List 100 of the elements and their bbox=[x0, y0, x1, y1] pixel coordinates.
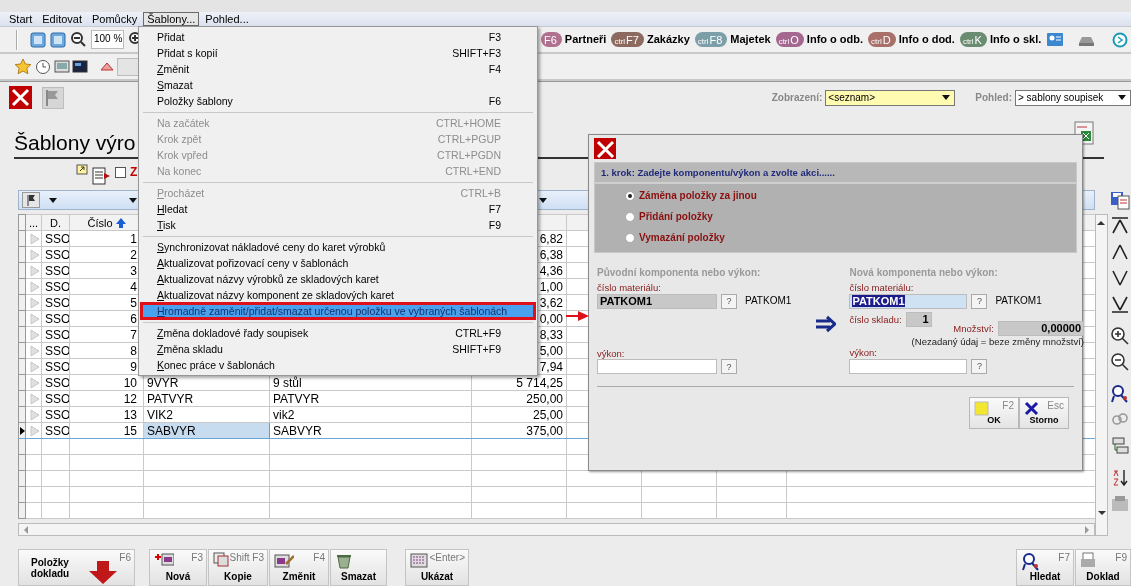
option-label[interactable]: Záměna položky za jinou bbox=[639, 190, 757, 203]
dropdown-caret-icon bbox=[1117, 94, 1127, 101]
help-button[interactable]: ? bbox=[971, 358, 988, 374]
output-field[interactable] bbox=[597, 359, 717, 375]
zoom-in-icon[interactable] bbox=[1109, 326, 1130, 346]
next-record-icon[interactable] bbox=[1109, 268, 1130, 288]
output-field[interactable] bbox=[849, 358, 968, 374]
search-icon[interactable] bbox=[1109, 384, 1130, 404]
input-field[interactable] bbox=[116, 57, 141, 76]
last-record-icon[interactable] bbox=[1109, 294, 1130, 314]
menu-item[interactable]: Smazat bbox=[141, 77, 535, 93]
toolbar-button[interactable]: Smazat bbox=[330, 549, 387, 586]
view-dropdown[interactable]: > sablony soupisek bbox=[1015, 89, 1131, 106]
tree-icon[interactable] bbox=[1109, 436, 1130, 456]
save-icon[interactable] bbox=[1109, 190, 1130, 210]
shortcut-label[interactable]: Partneři bbox=[564, 32, 607, 47]
menu-item[interactable]: Položky šablony F6 bbox=[141, 93, 535, 109]
contact-card-icon[interactable] bbox=[1046, 31, 1065, 48]
vertical-scrollbar[interactable] bbox=[1095, 214, 1108, 536]
zoom-out-icon[interactable] bbox=[1109, 352, 1130, 372]
menu-item[interactable]: Editovat bbox=[38, 12, 86, 26]
toolbar-button[interactable]: F9 Doklad bbox=[1075, 549, 1131, 586]
toolbar-button[interactable]: F4 Změnit bbox=[269, 549, 329, 586]
dropdown-caret-icon[interactable] bbox=[48, 196, 58, 204]
scroll-right-icon bbox=[1082, 525, 1091, 535]
triangle-icon[interactable] bbox=[99, 61, 114, 72]
option-label[interactable]: Přidání položky bbox=[639, 211, 713, 224]
field-label: výkon: bbox=[597, 347, 626, 360]
window-icon[interactable] bbox=[72, 58, 89, 75]
flag-button[interactable] bbox=[22, 192, 40, 208]
shortcut-key[interactable]: ctrl K bbox=[959, 32, 987, 47]
help-button[interactable]: ? bbox=[721, 293, 737, 309]
material-field[interactable]: PATKOM1 bbox=[849, 293, 968, 309]
document-icon[interactable] bbox=[92, 167, 111, 185]
table-cell: vik2 bbox=[269, 406, 472, 423]
toolbar-button[interactable]: F7 Hledat bbox=[1016, 549, 1074, 586]
material-field[interactable]: PATKOM1 bbox=[597, 293, 717, 309]
close-button[interactable] bbox=[594, 138, 616, 159]
zoom-out-icon[interactable] bbox=[70, 31, 87, 48]
panel-icon[interactable] bbox=[50, 31, 66, 48]
menu-item[interactable]: Hledat F7 bbox=[141, 201, 535, 217]
horizontal-scrollbar[interactable] bbox=[18, 523, 1095, 536]
radio-button[interactable] bbox=[625, 191, 635, 202]
menu-item[interactable]: Přidat F3 bbox=[141, 29, 535, 45]
shortcut-label[interactable]: Majetek bbox=[730, 32, 771, 47]
section-heading: Nová komponenta nebo výkon: bbox=[849, 267, 999, 280]
checkbox[interactable] bbox=[115, 166, 126, 178]
store-field[interactable]: 1 bbox=[905, 311, 932, 327]
panel-icon[interactable] bbox=[30, 31, 46, 48]
material-name: PATKOM1 bbox=[995, 295, 1042, 308]
table-cell: SABVYR bbox=[269, 422, 472, 439]
help-button[interactable]: ? bbox=[971, 293, 988, 309]
double-arrow-icon bbox=[813, 313, 836, 334]
toolbar-button[interactable]: Shift F3 Kopie bbox=[208, 549, 268, 586]
shortcut-key[interactable]: ctrl F7 bbox=[611, 32, 644, 47]
cancel-button[interactable]: Esc Storno bbox=[1019, 397, 1069, 430]
dropdown-caret-icon[interactable] bbox=[128, 196, 138, 204]
radio-button[interactable] bbox=[625, 233, 635, 244]
shortcut-key[interactable]: ctrlD bbox=[868, 32, 896, 47]
close-button[interactable] bbox=[9, 86, 32, 109]
row-pointer-icon bbox=[19, 424, 25, 437]
menu-item[interactable]: Start bbox=[5, 12, 37, 26]
shortcut-label[interactable]: Zakázky bbox=[646, 32, 690, 47]
toolbar-button[interactable]: Položky dokladu F6 bbox=[18, 549, 135, 586]
radio-button[interactable] bbox=[625, 212, 635, 223]
menu-item[interactable]: Hromadně zaměnit/přidat/smazat určenou položku ve vybraných šablonách bbox=[141, 303, 535, 319]
menu-item[interactable]: Přidat s kopií SHIFT+F3 bbox=[141, 45, 535, 61]
ok-button[interactable]: F2 OK bbox=[969, 397, 1019, 430]
previous-record-icon[interactable] bbox=[1109, 242, 1130, 262]
column-header[interactable]: D. bbox=[41, 214, 70, 231]
dropdown-caret-icon[interactable] bbox=[538, 196, 548, 204]
forward-icon[interactable] bbox=[1112, 31, 1129, 48]
quantity-field[interactable]: 0,00000 bbox=[998, 320, 1084, 336]
star-icon[interactable] bbox=[14, 58, 32, 75]
scroll-left-icon bbox=[22, 525, 31, 535]
shortcut-label[interactable]: Info o odb. bbox=[806, 32, 864, 47]
menu-item[interactable]: Pomůcky bbox=[88, 12, 142, 26]
toolbar-button[interactable]: <Enter> Ukázat bbox=[405, 549, 469, 586]
menu-item[interactable]: Šablony... bbox=[143, 12, 200, 26]
menu-item[interactable]: Pohled... bbox=[201, 12, 253, 26]
toolbar-button[interactable]: F3 Nová bbox=[149, 549, 207, 586]
table-cell: PATVYR bbox=[269, 390, 472, 407]
view-dropdown[interactable]: <seznam> bbox=[825, 89, 956, 106]
shortcut-key[interactable]: ctrlO bbox=[775, 32, 804, 47]
shortcut-label[interactable]: Info o dod. bbox=[898, 32, 955, 47]
shortcut-label[interactable]: Info o skl. bbox=[989, 32, 1042, 47]
zoom-field[interactable]: 100 % bbox=[91, 30, 124, 49]
square-icon bbox=[974, 401, 989, 417]
menu-item[interactable]: Tisk F9 bbox=[141, 217, 535, 233]
note-icon[interactable] bbox=[76, 163, 88, 175]
table-cell: PATVYR bbox=[143, 390, 270, 407]
flag-icon bbox=[28, 407, 40, 422]
first-record-icon[interactable] bbox=[1109, 216, 1130, 236]
table-cell: VIK2 bbox=[143, 406, 270, 423]
shortcut-key[interactable]: F6 bbox=[541, 32, 562, 47]
option-label[interactable]: Vymazání položky bbox=[639, 232, 725, 245]
help-button[interactable]: ? bbox=[721, 359, 737, 375]
flag-icon bbox=[28, 295, 40, 310]
section-heading: Původní komponenta nebo výkon: bbox=[597, 267, 762, 280]
clock-icon[interactable] bbox=[34, 58, 51, 75]
